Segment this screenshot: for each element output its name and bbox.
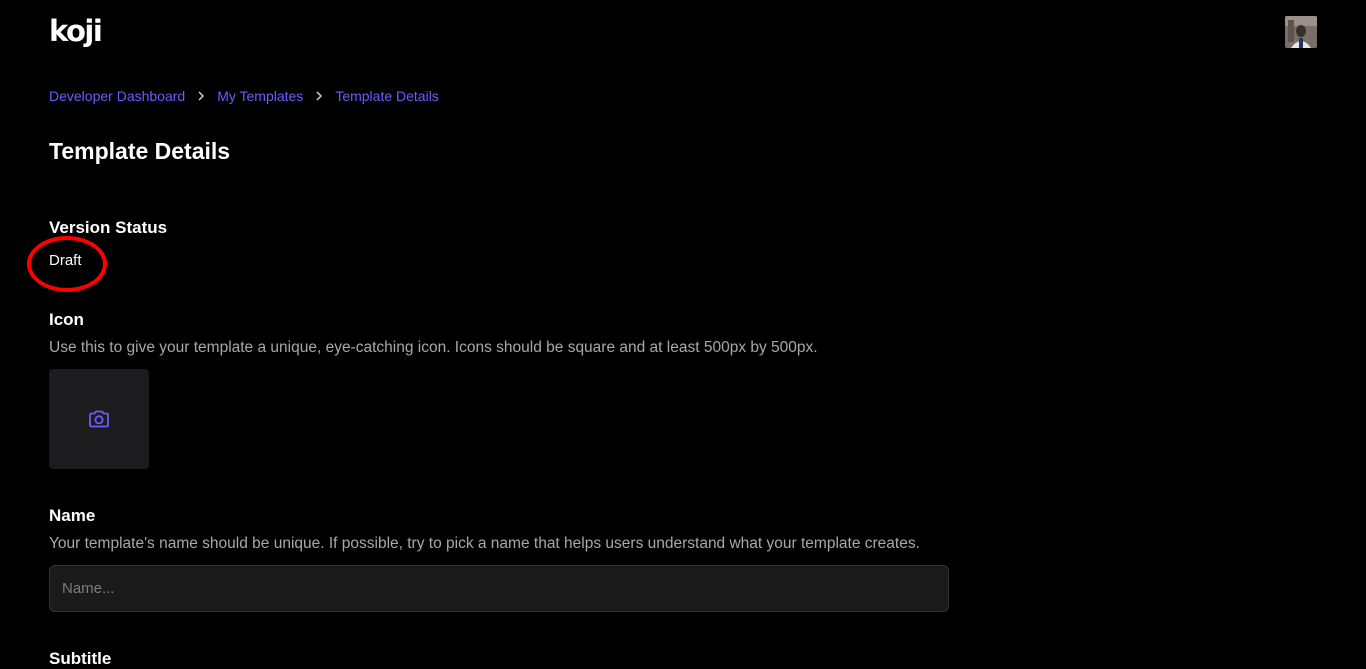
- koji-logo[interactable]: koji: [49, 14, 103, 48]
- breadcrumb-my-templates[interactable]: My Templates: [217, 87, 303, 105]
- icon-label: Icon: [49, 310, 84, 329]
- page-title: Template Details: [49, 138, 231, 164]
- version-status-label: Version Status: [49, 218, 168, 237]
- user-avatar[interactable]: [1285, 16, 1317, 48]
- breadcrumb-template-details[interactable]: Template Details: [335, 87, 439, 105]
- page: koji Developer Dashboard My Templates Te…: [0, 0, 1366, 669]
- name-description: Your template's name should be unique. I…: [49, 535, 920, 552]
- camera-icon: [89, 410, 109, 428]
- name-label: Name: [49, 506, 96, 525]
- icon-description: Use this to give your template a unique,…: [49, 339, 818, 356]
- icon-upload-button[interactable]: [49, 369, 149, 469]
- user-avatar-photo: [1285, 16, 1317, 48]
- breadcrumb-developer-dashboard[interactable]: Developer Dashboard: [49, 87, 185, 105]
- chevron-right-icon: [303, 91, 335, 101]
- subtitle-label: Subtitle: [49, 649, 112, 668]
- version-status-value: Draft: [49, 252, 82, 269]
- chevron-right-icon: [185, 91, 217, 101]
- breadcrumb: Developer Dashboard My Templates Templat…: [49, 87, 439, 105]
- name-input[interactable]: [49, 565, 949, 612]
